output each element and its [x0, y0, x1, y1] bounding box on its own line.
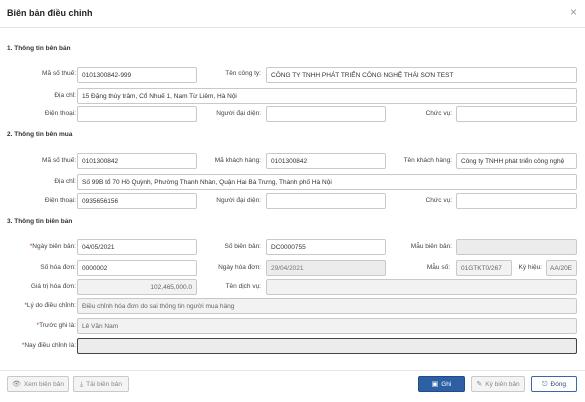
seller-tax-code-field[interactable]: 0101300842-999 [77, 67, 197, 83]
close-button[interactable]: ⎋ Đóng [531, 376, 577, 392]
seller-company-label: Tên công ty: [225, 70, 261, 77]
before-value-label: *Trước ghi là: [36, 322, 76, 329]
seller-address-field[interactable]: 15 Đặng thùy trâm, Cổ Nhuế 1, Nam Từ Liê… [77, 88, 577, 104]
record-section-title: 3. Thông tin biên bản [7, 218, 73, 225]
invoice-date-label: Ngày hóa đơn: [218, 264, 261, 271]
record-number-label: Số biên bản: [224, 243, 261, 250]
view-record-button[interactable]: 👁 Xem biên bản [7, 376, 69, 392]
eye-icon: 👁 [11, 380, 21, 388]
buyer-section-title: 2. Thông tin bên mua [7, 131, 73, 138]
download-record-label: Tải biên bản [86, 380, 122, 388]
invoice-value-field[interactable]: 102,465,000.0 [77, 279, 197, 295]
record-number-field[interactable]: DC0000755 [266, 239, 386, 255]
buyer-address-label: Địa chỉ: [54, 178, 76, 185]
sign-record-button[interactable]: ✎ Ký biên bản [471, 376, 525, 392]
buyer-address-field[interactable]: Số 99B tổ 70 Hồ Quỳnh, Phường Thanh Nhàn… [77, 174, 577, 190]
invoice-value-label: Giá trị hóa đơn: [30, 283, 76, 290]
seller-phone-label: Điện thoại: [44, 110, 76, 117]
record-date-field[interactable]: 04/05/2021 [77, 239, 197, 255]
close-icon[interactable]: × [570, 5, 577, 19]
buyer-rep-field[interactable] [266, 193, 386, 209]
seller-section-title: 1. Thông tin bên bán [7, 45, 71, 52]
buyer-position-field[interactable] [456, 193, 577, 209]
record-template-label: Mẫu biên bản: [410, 243, 452, 250]
buyer-customer-code-field[interactable]: 0101300842 [266, 153, 386, 169]
invoice-number-label: Số hóa đơn: [40, 264, 76, 271]
download-icon: ⤓ [80, 380, 84, 388]
sign-record-label: Ký biên bản [485, 380, 520, 388]
pen-icon: ✎ [476, 380, 483, 388]
dialog-titlebar: Biên bản điều chỉnh × [0, 0, 585, 28]
buyer-tax-code-label: Mã số thuế: [42, 157, 76, 164]
buyer-customer-code-label: Mã khách hàng: [214, 157, 261, 164]
record-date-label: *Ngày biên bản: [29, 243, 76, 250]
after-value-label: *Nay điều chỉnh là: [21, 342, 76, 349]
after-value-field[interactable] [77, 338, 577, 354]
buyer-customer-name-label: Tên khách hàng: [403, 157, 452, 164]
exit-icon: ⎋ [541, 380, 548, 388]
invoice-date-field[interactable]: 29/04/2021 [266, 260, 386, 276]
adjust-reason-label: *Lý do điều chỉnh: [24, 302, 76, 309]
seller-rep-label: Người đại diện: [216, 110, 261, 117]
seller-position-field[interactable] [456, 106, 577, 122]
buyer-phone-label: Điện thoại: [44, 197, 76, 204]
buyer-customer-name-field[interactable]: Công ty TNHH phát triển công nghệ [456, 153, 577, 169]
seller-rep-field[interactable] [266, 106, 386, 122]
save-label: Ghi [441, 380, 452, 388]
save-button[interactable]: ▣ Ghi [418, 376, 465, 392]
before-value-field[interactable]: Lê Văn Nam [77, 318, 577, 334]
buyer-rep-label: Người đại diện: [216, 197, 261, 204]
seller-tax-code-label: Mã số thuế: [42, 70, 76, 77]
buyer-tax-code-field[interactable]: 0101300842 [77, 153, 197, 169]
seller-company-field[interactable]: CÔNG TY TNHH PHÁT TRIỂN CÔNG NGHỆ THÁI S… [266, 67, 577, 83]
seller-address-label: Địa chỉ: [54, 92, 76, 99]
invoice-form-field[interactable]: 01GTKT0/267 [456, 260, 512, 276]
invoice-form-label: Mẫu số: [426, 264, 450, 271]
close-label: Đóng [550, 380, 567, 388]
seller-position-label: Chức vụ: [425, 110, 452, 117]
service-name-label: Tên dịch vụ: [225, 283, 261, 290]
view-record-label: Xem biên bản [23, 380, 64, 388]
floppy-icon: ▣ [431, 380, 439, 388]
invoice-symbol-field[interactable]: AA/20E [546, 260, 577, 276]
adjustment-dialog: Biên bản điều chỉnh × 1. Thông tin bên b… [0, 0, 585, 402]
adjust-reason-field[interactable]: Điều chỉnh hóa đơn do sai thông tin ngườ… [77, 298, 577, 314]
buyer-phone-field[interactable]: 0935656156 [77, 193, 197, 209]
service-name-field[interactable] [266, 279, 577, 295]
buyer-position-label: Chức vụ: [425, 197, 452, 204]
seller-phone-field[interactable] [77, 106, 197, 122]
dialog-title: Biên bản điều chỉnh [7, 8, 93, 18]
download-record-button[interactable]: ⤓ Tải biên bản [73, 376, 129, 392]
record-template-field[interactable] [456, 239, 577, 255]
invoice-number-field[interactable]: 0000002 [77, 260, 197, 276]
invoice-symbol-label: Ký hiệu: [518, 264, 543, 271]
